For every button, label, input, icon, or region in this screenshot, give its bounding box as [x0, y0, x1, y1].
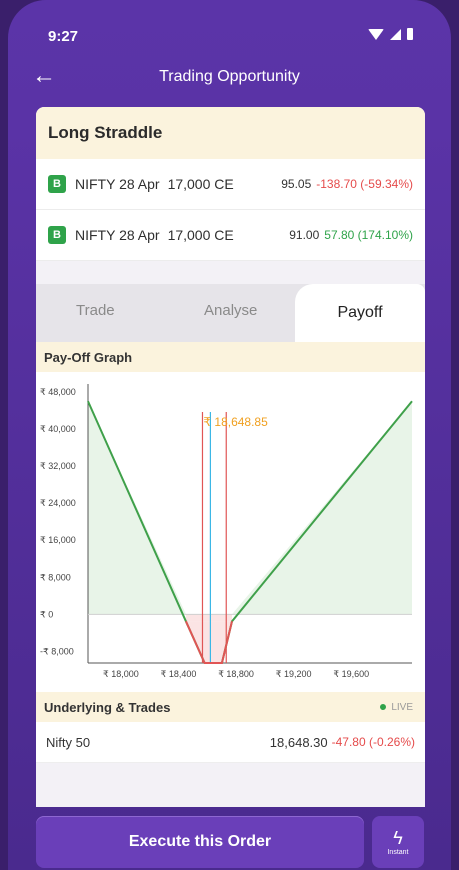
page-title: Trading Opportunity	[159, 68, 300, 85]
underlying-price: 18,648.30	[269, 734, 328, 750]
y-tick-label: ₹ 0	[40, 609, 53, 619]
x-tick-label: ₹ 18,400	[161, 669, 197, 679]
strategy-title: Long Straddle	[36, 107, 425, 159]
y-tick-label: ₹ 32,000	[40, 461, 76, 471]
payoff-chart[interactable]: ₹ 48,000 ₹ 40,000 ₹ 32,000 ₹ 24,000 ₹ 16,000…	[36, 372, 425, 692]
app-header: ← Trading Opportunity	[8, 60, 451, 100]
buy-badge: B	[48, 175, 66, 193]
leg-strike: 17,000 CE	[167, 176, 234, 192]
phone-screen: 9:27 ← Trading Opportunity Long Straddle…	[8, 0, 451, 870]
tab-bar: Trade Analyse Payoff	[36, 284, 425, 342]
underlying-row[interactable]: Nifty 50 18,648.30 -47.80 (-0.26%)	[36, 722, 425, 763]
status-bar: 9:27	[8, 0, 451, 60]
status-icons	[368, 28, 413, 40]
underlying-section: Underlying & Trades LIVE	[36, 692, 425, 722]
execute-order-button[interactable]: Execute this Order	[36, 816, 364, 868]
loss-area	[185, 621, 232, 663]
x-tick-label: ₹ 18,000	[103, 669, 139, 679]
x-tick-label: ₹ 18,800	[218, 669, 254, 679]
underlying-change: -47.80 (-0.26%)	[331, 735, 415, 749]
live-indicator: LIVE	[380, 702, 413, 713]
leg-change: -138.70 (-59.34%)	[316, 177, 413, 191]
instant-button[interactable]: ϟ Instant	[372, 816, 424, 868]
live-label: LIVE	[391, 701, 413, 713]
x-tick-label: ₹ 19,200	[276, 669, 312, 679]
live-dot-icon	[380, 704, 387, 710]
tab-analyse[interactable]: Analyse	[204, 302, 257, 319]
underlying-section-title: Underlying & Trades	[44, 699, 171, 715]
y-tick-label: ₹ 8,000	[40, 572, 71, 582]
lightning-icon: ϟ	[393, 827, 403, 848]
payoff-section-title: Pay-Off Graph	[36, 342, 425, 372]
x-tick-label: ₹ 19,600	[333, 669, 369, 679]
leg-ltp: 91.00	[289, 228, 320, 242]
underlying-name: Nifty 50	[46, 734, 91, 750]
tab-payoff[interactable]: Payoff	[295, 284, 425, 342]
leg-symbol: NIFTY 28 Apr	[75, 176, 160, 192]
loss-area-band	[185, 614, 232, 622]
status-time: 9:27	[48, 28, 79, 45]
wifi-icon	[368, 28, 384, 40]
y-tick-label: -₹ 8,000	[40, 646, 74, 656]
leg-change: 57.80 (174.10%)	[324, 228, 413, 242]
payoff-chart-svg: ₹ 48,000 ₹ 40,000 ₹ 32,000 ₹ 24,000 ₹ 16,000…	[40, 384, 413, 679]
payoff-pane: Pay-Off Graph ₹ 48,000 ₹ 40,000 ₹ 32,000 ₹ …	[36, 342, 425, 763]
buy-badge: B	[48, 226, 66, 244]
leg-strike: 17,000 CE	[167, 227, 234, 243]
leg-ltp: 95.05	[281, 177, 312, 191]
signal-icon	[390, 28, 401, 40]
strategy-legs: B NIFTY 28 Apr 17,000 CE 95.05 -138.70 (…	[36, 159, 425, 261]
leg-row[interactable]: B NIFTY 28 Apr 17,000 CE 91.00 57.80 (17…	[36, 210, 425, 261]
leg-symbol: NIFTY 28 Apr	[75, 227, 160, 243]
y-tick-label: ₹ 24,000	[40, 498, 76, 508]
y-tick-label: ₹ 48,000	[40, 387, 76, 397]
y-tick-label: ₹ 16,000	[40, 535, 76, 545]
tab-trade[interactable]: Trade	[76, 302, 115, 319]
footer-actions: Execute this Order ϟ Instant	[8, 808, 451, 870]
battery-icon	[407, 28, 413, 40]
instant-label: Instant	[387, 848, 409, 856]
leg-row[interactable]: B NIFTY 28 Apr 17,000 CE 95.05 -138.70 (…	[36, 159, 425, 210]
y-tick-label: ₹ 40,000	[40, 424, 76, 434]
main-content: Long Straddle B NIFTY 28 Apr 17,000 CE 9…	[36, 107, 425, 807]
spot-price-label: ₹ 18,648.85	[203, 415, 268, 429]
